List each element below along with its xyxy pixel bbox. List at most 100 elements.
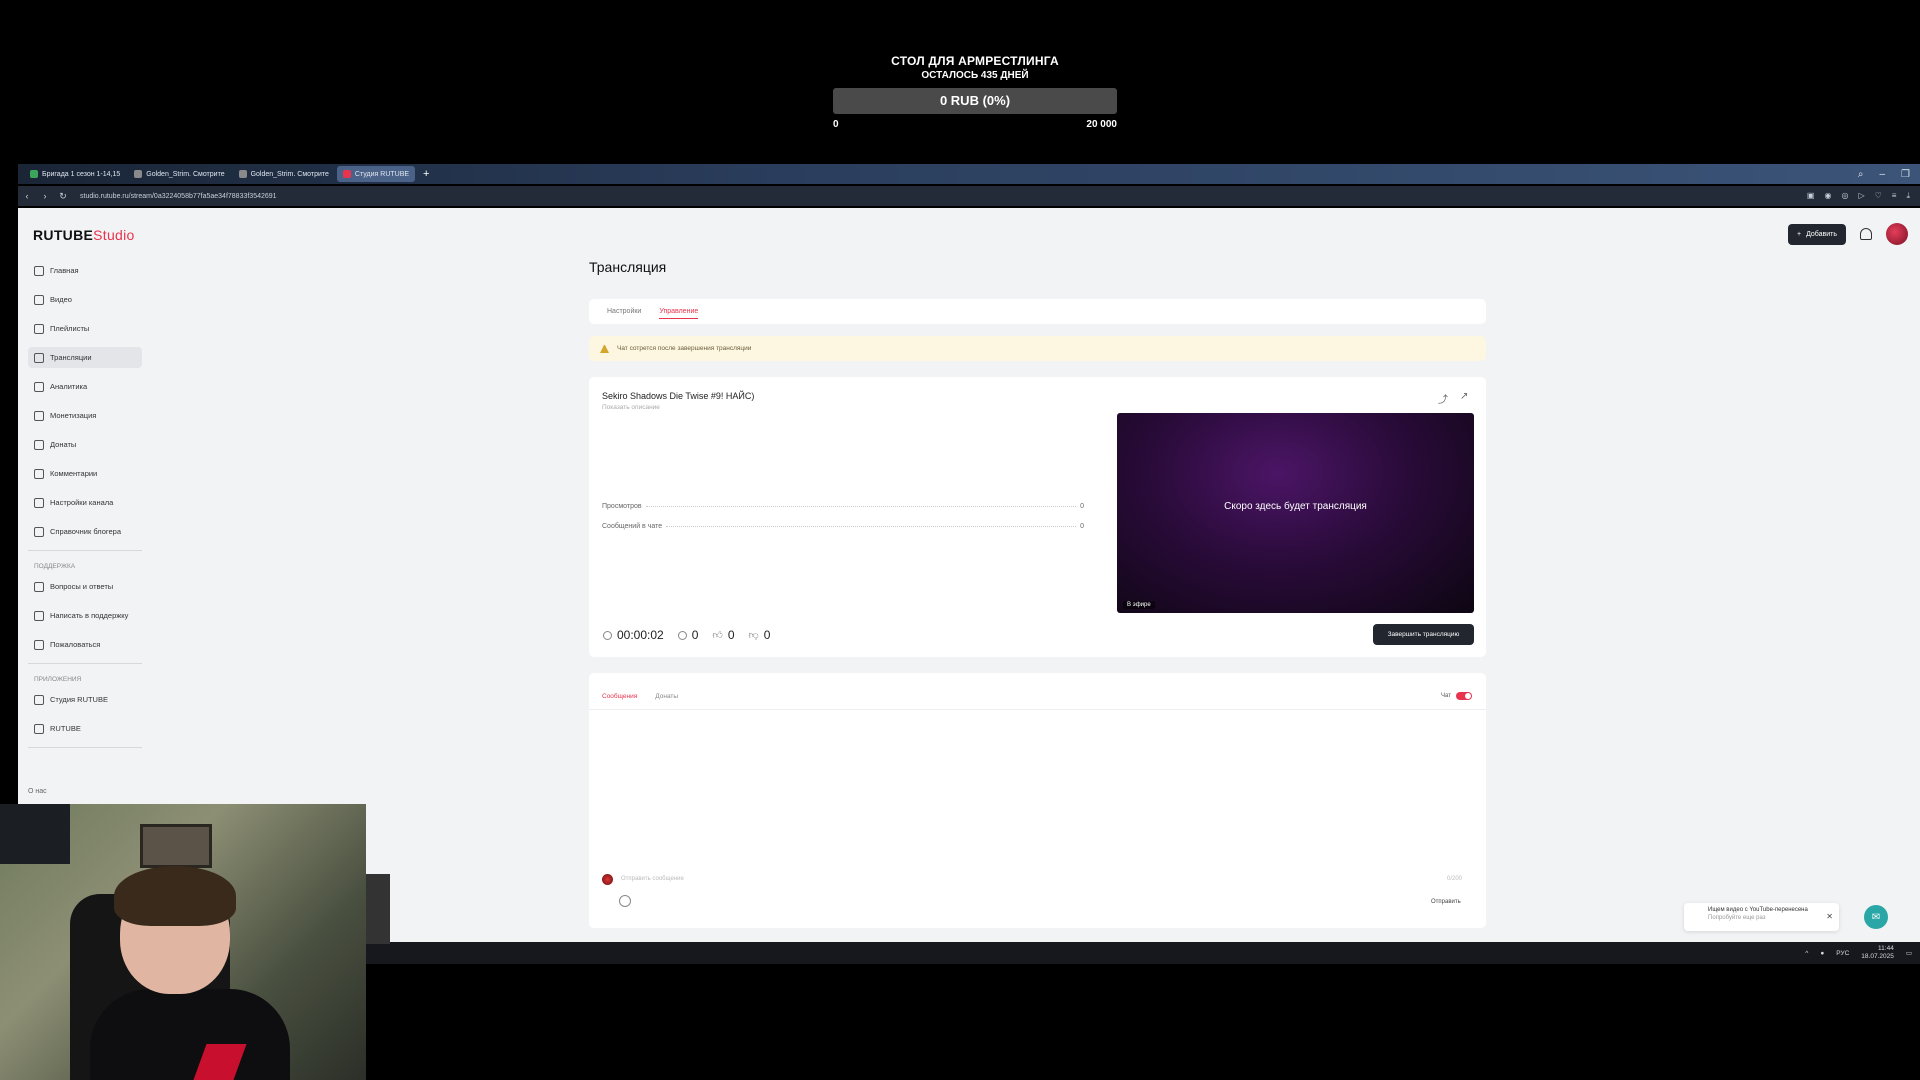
toast-title: Ищем видео с YouTube-перенесена [1708, 907, 1808, 913]
add-button[interactable]: + Добавить [1788, 223, 1847, 245]
language-indicator[interactable]: РУС [1836, 950, 1849, 957]
flag-icon [34, 639, 44, 650]
goal-subtitle: ОСТАЛОСЬ 435 ДНЕЙ [921, 70, 1029, 81]
chat-warning-banner: Чат сотрется после завершения трансляции [589, 336, 1486, 361]
share-icon[interactable]: ⤴ [1438, 391, 1448, 406]
warning-text: Чат сотрется после завершения трансляции [617, 345, 752, 352]
mic-icon[interactable]: ● [1820, 950, 1824, 957]
chat-toggle[interactable]: Чат [1441, 692, 1472, 700]
chevron-up-icon[interactable]: ^ [1805, 950, 1808, 957]
bell-icon[interactable] [1860, 228, 1873, 240]
divider [589, 709, 1486, 710]
screenshot-icon[interactable]: ◎ [1841, 191, 1848, 201]
taskbar: ^ ● РУС 11:44 18.07.2025 ▭ [364, 942, 1920, 964]
notification-toast: Ищем видео с YouTube-перенесена Попробуй… [1684, 903, 1839, 931]
sidebar-item-label: Комментарии [50, 469, 98, 478]
sidebar-item[interactable]: RUTUBE [28, 718, 142, 739]
menu-icon[interactable]: ≡ [1892, 191, 1897, 201]
tab-management[interactable]: Управление [659, 308, 699, 319]
tab-favicon-icon [238, 170, 247, 178]
url-field[interactable]: studio.rutube.ru/stream/0a3224058b77fa5a… [80, 193, 277, 200]
heart-icon[interactable]: ♡ [1875, 191, 1882, 201]
sidebar-item[interactable]: Плейлисты [28, 318, 142, 339]
tab-favicon-icon [342, 170, 351, 178]
stream-preview[interactable]: Скоро здесь будет трансляция В эфире [1117, 413, 1474, 613]
sidebar-item[interactable]: Написать в поддержку [28, 605, 142, 626]
sidebar-item[interactable]: Вопросы и ответы [28, 576, 142, 597]
duration-metric: 00:00:02 [603, 628, 664, 642]
notifications-icon[interactable]: ▭ [1906, 949, 1912, 957]
extension-icon[interactable]: ▣ [1807, 191, 1815, 201]
goal-min: 0 [833, 119, 839, 130]
support-chat-icon[interactable]: ✉ [1864, 905, 1888, 929]
sidebar-item[interactable]: Монетизация [28, 405, 142, 426]
tab-donations[interactable]: Донаты [655, 693, 678, 700]
donation-goal-widget: СТОЛ ДЛЯ АРМРЕСТЛИНГА ОСТАЛОСЬ 435 ДНЕЙ … [830, 54, 1120, 130]
thumbs-down-icon: 👎︎ [748, 630, 759, 641]
search-tabs-icon[interactable]: ⌕ [1858, 169, 1864, 180]
thumbs-up-icon: 👍︎ [712, 630, 723, 641]
reload-icon[interactable]: ↻ [54, 191, 72, 202]
forward-icon[interactable]: › [36, 191, 54, 201]
browser-tab[interactable]: Бригада 1 сезон 1-14,15 [24, 166, 126, 182]
streamer-shirt [90, 989, 290, 1080]
comment-icon [34, 468, 44, 479]
apps-section-title: ПРИЛОЖЕНИЯ [34, 676, 82, 683]
sidebar-item[interactable]: Трансляции [28, 347, 142, 368]
sidebar-item[interactable]: Видео [28, 289, 142, 310]
sidebar-item[interactable]: Пожаловаться [28, 634, 142, 655]
chat-message-input[interactable]: Отправить сообщение [621, 876, 684, 882]
divider [28, 550, 142, 551]
end-stream-button[interactable]: Завершить трансляцию [1373, 624, 1474, 645]
sidebar-item[interactable]: Справочник блогера [28, 521, 142, 542]
sidebar-item-label: Главная [50, 266, 79, 275]
browser-tab[interactable]: Golden_Strim. Смотрите [233, 166, 335, 182]
restore-icon[interactable]: ❐ [1901, 169, 1910, 180]
browser-tab[interactable]: Студия RUTUBE [336, 166, 416, 182]
sidebar-item-label: Видео [50, 295, 72, 304]
sidebar-item[interactable]: Главная [28, 260, 142, 281]
send-button[interactable]: Отправить [1431, 899, 1461, 905]
toggle-switch[interactable] [1455, 692, 1472, 700]
sidebar-item[interactable]: Настройки канала [28, 492, 142, 513]
tab-favicon-icon [30, 170, 38, 178]
sidebar-item[interactable]: Комментарии [28, 463, 142, 484]
sidebar-item[interactable]: Студия RUTUBE [28, 689, 142, 710]
background-poster [140, 824, 212, 868]
home-icon [34, 265, 44, 276]
emoji-icon[interactable] [619, 895, 631, 907]
sidebar-item[interactable]: Донаты [28, 434, 142, 455]
minimized-window-thumbnail[interactable] [366, 874, 390, 944]
live-badge: В эфире [1123, 601, 1155, 609]
download-icon[interactable]: ⤓ [1906, 191, 1910, 201]
webcam-overlay [0, 804, 366, 1080]
browser-tab[interactable]: Golden_Strim. Смотрите [128, 166, 230, 182]
sidebar-item-label: Пожаловаться [50, 640, 101, 649]
stat-chat-messages: Сообщений в чате 0 [602, 522, 1084, 530]
plus-icon: + [1797, 230, 1802, 238]
video-icon [34, 294, 44, 305]
stat-views: Просмотров 0 [602, 502, 1084, 510]
tab-settings[interactable]: Настройки [607, 308, 641, 315]
analytics-icon [34, 381, 44, 392]
playlist-icon [34, 323, 44, 334]
new-tab-button[interactable]: + [423, 168, 429, 180]
camera-icon[interactable]: ◉ [1824, 191, 1831, 201]
show-description-link[interactable]: Показать описание [602, 404, 660, 411]
minimize-icon[interactable]: – [1879, 169, 1885, 180]
play-icon[interactable]: ▷ [1858, 191, 1864, 201]
sidebar-item-label: Трансляции [50, 353, 92, 362]
sidebar-item[interactable]: Аналитика [28, 376, 142, 397]
streamer-hair [114, 866, 236, 926]
back-icon[interactable]: ‹ [18, 191, 36, 201]
open-external-icon[interactable]: ↗ [1460, 391, 1468, 406]
tab-messages[interactable]: Сообщения [602, 693, 637, 700]
clock[interactable]: 11:44 18.07.2025 [1861, 945, 1894, 961]
rutube-studio-logo[interactable]: RUTUBEStudio [33, 227, 135, 243]
avatar[interactable] [1886, 223, 1909, 245]
close-icon[interactable]: ✕ [1826, 912, 1833, 921]
chat-tabs: Сообщения Донаты [602, 693, 678, 700]
about-link[interactable]: О нас [28, 788, 47, 795]
viewers-icon [677, 630, 687, 640]
settings-icon [34, 497, 44, 508]
